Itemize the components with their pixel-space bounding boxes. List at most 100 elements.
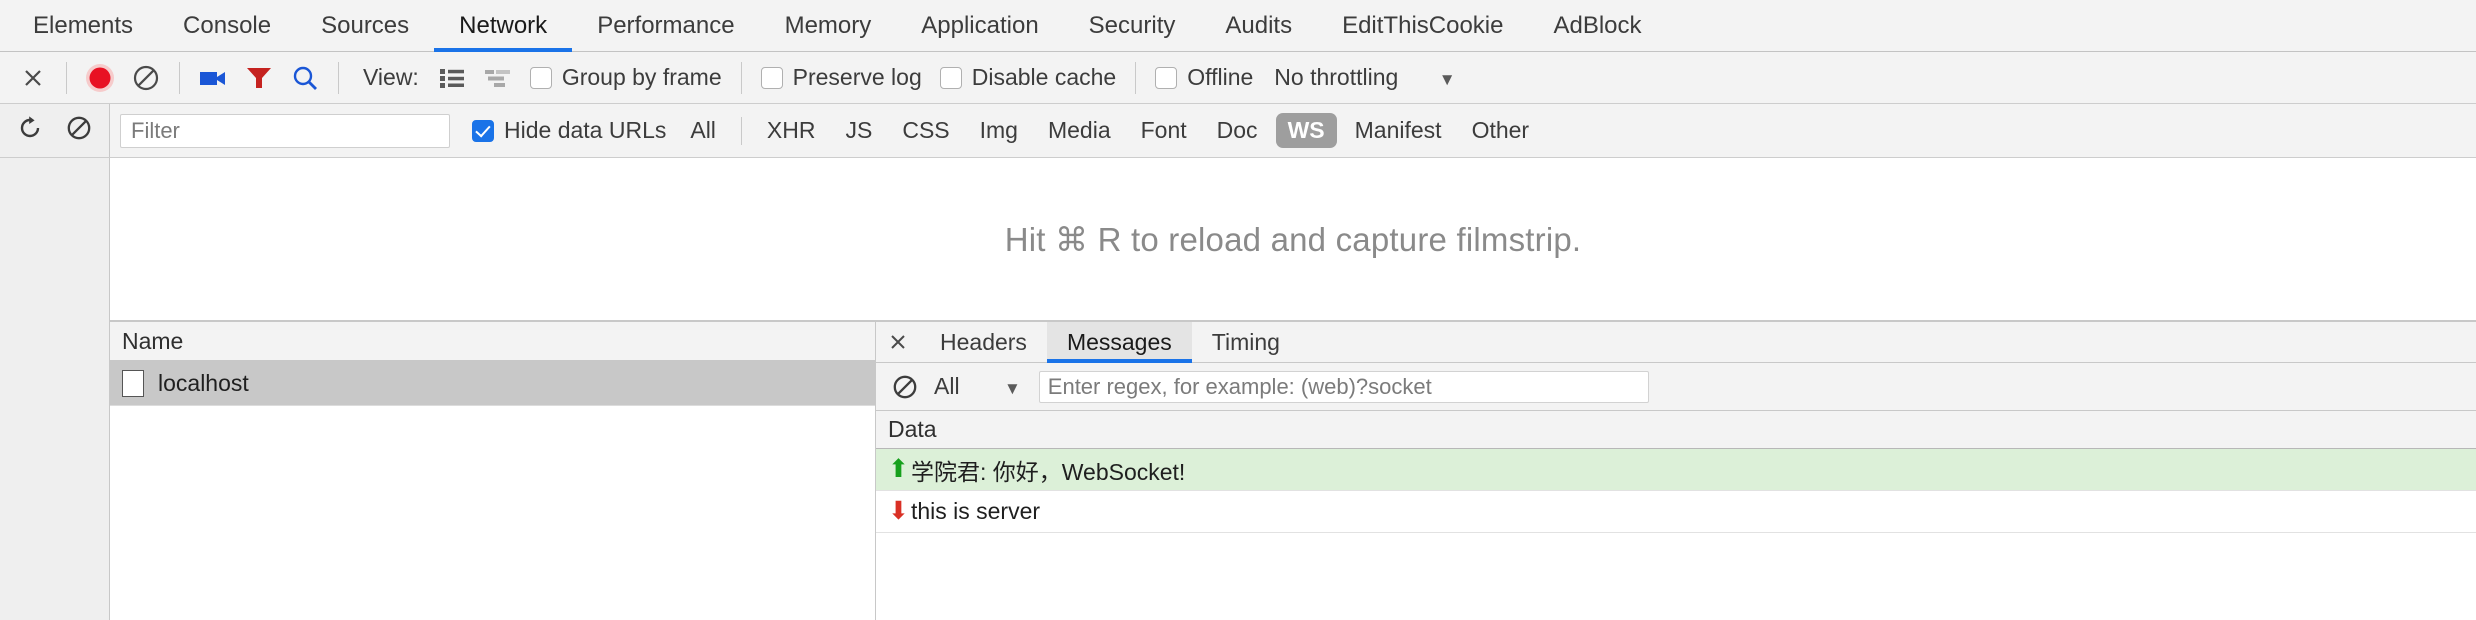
close-button[interactable] <box>10 58 56 98</box>
message-text: 学院君: 你好，WebSocket! <box>910 458 1186 485</box>
toolbar-divider <box>740 61 742 94</box>
table-row[interactable]: ⬆ 学院君: 你好，WebSocket! <box>876 449 2476 491</box>
filter-chip-media[interactable]: Media <box>1036 113 1123 148</box>
left-gutter <box>0 158 110 620</box>
checkbox-box <box>760 66 783 89</box>
filter-chip-css[interactable]: CSS <box>890 113 961 148</box>
panel-tab-adblock[interactable]: AdBlock <box>1528 0 1666 51</box>
reload-button[interactable] <box>17 115 43 146</box>
message-type-value: All <box>934 373 960 399</box>
messages-column-header[interactable]: Data <box>876 411 2476 449</box>
panel-tab-label: EditThisCookie <box>1342 11 1504 39</box>
requests-and-detail: Name localhost Headers Messages Timing A… <box>110 321 2476 620</box>
panel-tab-audits[interactable]: Audits <box>1200 0 1317 51</box>
search-icon <box>293 66 317 90</box>
arrow-up-icon: ⬆ <box>888 455 909 483</box>
view-label: View: <box>363 64 419 90</box>
panel-tab-memory[interactable]: Memory <box>760 0 897 51</box>
panel-tab-network[interactable]: Network <box>434 0 573 52</box>
panel-tab-application[interactable]: Application <box>896 0 1063 51</box>
request-detail-pane: Headers Messages Timing All ▼ Enter rege… <box>876 321 2476 620</box>
clear-requests-button[interactable] <box>123 58 169 98</box>
close-icon <box>25 69 41 86</box>
clear-icon <box>893 375 917 398</box>
disable-cache-checkbox[interactable]: Disable cache <box>939 64 1117 91</box>
tab-headers[interactable]: Headers <box>920 322 1047 362</box>
table-row[interactable]: localhost <box>110 361 875 406</box>
record-button[interactable] <box>77 58 123 98</box>
panel-tab-label: Audits <box>1225 11 1293 39</box>
panel-tab-elements[interactable]: Elements <box>8 0 158 51</box>
panel-tab-label: AdBlock <box>1553 11 1642 39</box>
message-regex-input[interactable] <box>1038 370 1649 403</box>
filter-chip-all[interactable]: All <box>678 113 728 148</box>
preserve-log-checkbox[interactable]: Preserve log <box>760 64 922 91</box>
throttling-dropdown[interactable]: No throttling ▼ <box>1274 64 1455 91</box>
group-by-frame-checkbox[interactable]: Group by frame <box>529 64 722 91</box>
search-button[interactable] <box>282 58 328 98</box>
hide-data-urls-checkbox[interactable]: Hide data URLs <box>472 117 666 144</box>
clear-icon <box>67 116 91 140</box>
filter-input[interactable] <box>120 113 450 148</box>
chevron-down-icon: ▼ <box>1003 379 1021 398</box>
clear-messages-button[interactable] <box>884 374 926 400</box>
request-list-pane: Name localhost <box>110 321 875 620</box>
tab-timing[interactable]: Timing <box>1192 322 1300 362</box>
detail-tabbar: Headers Messages Timing <box>876 321 2476 363</box>
filter-chip-ws[interactable]: WS <box>1275 113 1337 148</box>
detail-close-button[interactable] <box>876 322 920 362</box>
toolbar-divider <box>338 61 339 94</box>
panel-tab-label: Sources <box>321 11 410 39</box>
disable-cache-label: Disable cache <box>971 64 1117 90</box>
arrow-down-icon: ⬇ <box>888 497 909 525</box>
panel-tab-label: Console <box>183 11 272 39</box>
clear-button[interactable] <box>66 115 92 146</box>
waterfall-view-icon <box>484 69 510 87</box>
hide-data-urls-label: Hide data URLs <box>504 117 667 143</box>
filter-toggle-button[interactable] <box>236 58 282 98</box>
panel-tab-console[interactable]: Console <box>158 0 296 51</box>
toolbar-divider <box>1135 61 1137 94</box>
offline-label: Offline <box>1187 64 1254 90</box>
toolbar-divider <box>66 61 67 94</box>
camera-icon <box>200 71 225 85</box>
request-name: localhost <box>158 369 249 396</box>
panel-tab-editthiscookie[interactable]: EditThisCookie <box>1317 0 1528 51</box>
filter-chip-img[interactable]: Img <box>968 113 1030 148</box>
filter-chip-js[interactable]: JS <box>833 113 884 148</box>
panel-tab-performance[interactable]: Performance <box>572 0 759 51</box>
column-header-name: Name <box>122 327 184 354</box>
document-icon <box>122 369 144 397</box>
close-icon <box>891 335 905 349</box>
waterfall-view-button[interactable] <box>475 58 521 98</box>
message-type-dropdown[interactable]: All ▼ <box>934 373 1021 400</box>
panel-tab-sources[interactable]: Sources <box>296 0 434 51</box>
list-view-icon <box>439 68 464 88</box>
filter-chip-other[interactable]: Other <box>1460 113 1542 148</box>
tab-label: Messages <box>1066 328 1172 355</box>
panel-tab-label: Security <box>1088 11 1176 39</box>
panel-tab-label: Elements <box>33 11 134 39</box>
network-filter-row: Hide data URLs All XHR JS CSS Img Media … <box>0 104 2476 158</box>
capture-screenshots-button[interactable] <box>190 58 236 98</box>
panel-tab-label: Performance <box>597 11 735 39</box>
filmstrip-hint: Hit ⌘ R to reload and capture filmstrip. <box>1004 220 1582 258</box>
filter-chip-manifest[interactable]: Manifest <box>1343 113 1454 148</box>
network-toolbar: View: Group by frame Preserve log Disabl… <box>0 52 2476 104</box>
filter-chip-font[interactable]: Font <box>1129 113 1199 148</box>
filter-controls: Hide data URLs All XHR JS CSS Img Media … <box>110 104 2476 157</box>
tab-label: Headers <box>940 328 1027 355</box>
message-filter-bar: All ▼ <box>876 363 2476 411</box>
filter-chip-xhr[interactable]: XHR <box>755 113 828 148</box>
tab-messages[interactable]: Messages <box>1046 322 1192 363</box>
table-row[interactable]: ⬇ this is server <box>876 491 2476 533</box>
list-view-button[interactable] <box>429 58 475 98</box>
offline-checkbox[interactable]: Offline <box>1155 64 1253 91</box>
filter-chip-doc[interactable]: Doc <box>1205 113 1270 148</box>
reload-icon <box>21 116 40 138</box>
filter-funnel-icon <box>247 67 271 88</box>
request-column-header[interactable]: Name <box>110 321 875 361</box>
throttling-value: No throttling <box>1274 64 1399 90</box>
group-by-frame-label: Group by frame <box>561 64 722 90</box>
panel-tab-security[interactable]: Security <box>1064 0 1201 51</box>
